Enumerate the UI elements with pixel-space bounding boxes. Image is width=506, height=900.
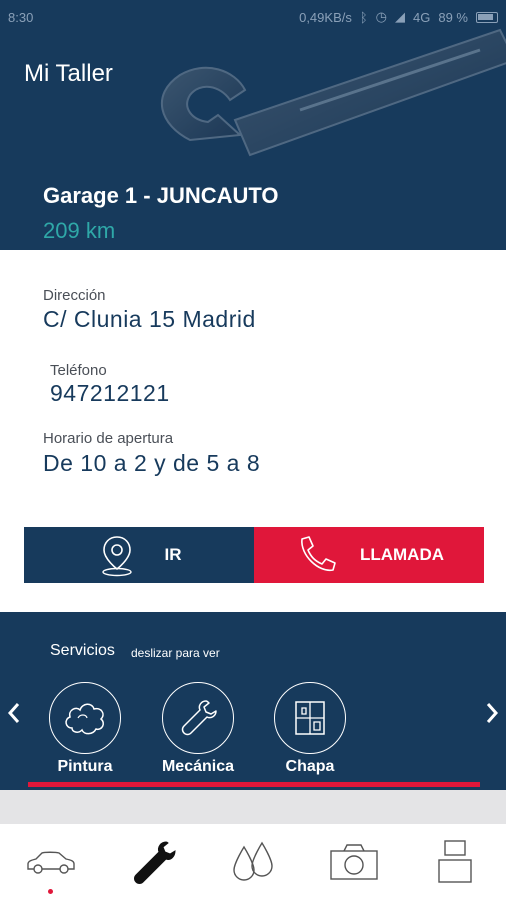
service-label: Chapa <box>285 758 335 775</box>
profile-icon <box>438 840 473 883</box>
page-title: Mi Taller <box>24 60 113 87</box>
nav-item-profile[interactable] <box>405 824 506 900</box>
nav-item-car[interactable] <box>0 824 101 900</box>
service-label: Pintura <box>57 758 113 775</box>
phone-icon <box>301 536 336 571</box>
address-value: C/ Clunia 15 Madrid <box>43 306 256 332</box>
phone-label: Teléfono <box>50 362 107 379</box>
services-section: Servicios deslizar para ver Pintura Mecá… <box>0 612 506 790</box>
service-label: Mecánica <box>161 758 235 775</box>
hours-label: Horario de apertura <box>43 430 174 447</box>
service-circle <box>162 682 234 754</box>
car-panel-icon <box>295 701 325 735</box>
service-circle <box>49 682 121 754</box>
service-item-mecanica[interactable]: Mecánica <box>143 682 253 776</box>
wrench-icon <box>181 700 217 736</box>
camera-icon <box>330 844 378 880</box>
battery-percent: 89 % <box>438 9 468 25</box>
garage-name: Garage 1 - JUNCAUTO <box>43 183 279 208</box>
battery-icon <box>476 11 498 23</box>
phone-value[interactable]: 947212121 <box>50 380 170 407</box>
hours-value: De 10 a 2 y de 5 a 8 <box>43 450 261 476</box>
call-button-label: LLAMADA <box>359 545 445 564</box>
status-right: 0,49KB/s ᛒ ◷ ◢ 4G 89 % <box>299 9 498 25</box>
network-speed: 0,49KB/s <box>299 9 352 25</box>
action-buttons: IR LLAMADA <box>24 527 484 583</box>
header: 8:30 0,49KB/s ᛒ ◷ ◢ 4G 89 % Mi Taller Ga… <box>0 0 506 250</box>
services-hint: deslizar para ver <box>131 646 220 660</box>
map-pin-icon <box>101 536 132 577</box>
service-item-chapa[interactable]: Chapa <box>255 682 365 776</box>
address-label: Dirección <box>43 287 106 304</box>
go-button-label: IR <box>164 545 182 564</box>
service-item-pintura[interactable]: Pintura <box>30 682 140 776</box>
bluetooth-icon: ᛒ <box>359 9 368 25</box>
services-title: Servicios <box>50 642 115 659</box>
nav-item-fluids[interactable] <box>202 824 303 900</box>
service-circle <box>274 682 346 754</box>
active-indicator-dot <box>48 889 54 894</box>
go-button[interactable]: IR <box>24 527 254 583</box>
nav-item-workshop[interactable] <box>101 824 202 900</box>
services-divider <box>28 782 480 787</box>
garage-distance: 209 km <box>43 218 116 243</box>
call-button[interactable]: LLAMADA <box>254 527 484 583</box>
chevron-right-icon <box>486 703 499 723</box>
divider-band <box>0 790 506 824</box>
status-time: 8:30 <box>8 9 34 25</box>
services-prev-button[interactable] <box>2 698 26 728</box>
car-icon <box>26 851 75 874</box>
status-bar: 8:30 0,49KB/s ᛒ ◷ ◢ 4G 89 % <box>0 0 506 34</box>
paint-cloud-icon <box>65 703 104 735</box>
chevron-left-icon <box>7 703 20 723</box>
network-type: 4G <box>413 9 431 25</box>
alarm-icon: ◷ <box>375 9 388 24</box>
signal-icon: ◢ <box>395 9 406 24</box>
nav-item-camera[interactable] <box>304 824 405 900</box>
bottom-nav <box>0 824 506 900</box>
wrench-icon <box>133 841 176 884</box>
services-next-button[interactable] <box>480 698 504 728</box>
drops-icon <box>233 841 273 881</box>
